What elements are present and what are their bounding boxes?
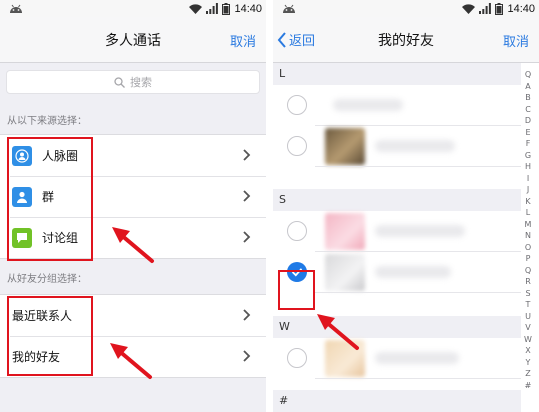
chevron-right-icon (243, 309, 251, 321)
index-letter[interactable]: Y (526, 357, 531, 369)
wifi-icon (462, 3, 476, 14)
search-icon (114, 76, 125, 88)
search-bar: 搜索 (0, 63, 266, 101)
red-arrow-icon (110, 343, 152, 379)
index-letter[interactable]: C (525, 104, 531, 116)
index-letter[interactable]: Q (525, 265, 531, 277)
index-letter[interactable]: I (527, 173, 529, 185)
index-letter[interactable]: A (525, 81, 530, 93)
blurred-name (375, 266, 451, 278)
chevron-right-icon (243, 149, 251, 161)
index-letter[interactable]: R (525, 276, 531, 288)
index-letter[interactable]: P (526, 253, 531, 265)
red-arrow-icon (317, 314, 359, 350)
blurred-name (375, 352, 459, 364)
source-section-label: 从以下来源选择： (7, 116, 87, 127)
friend-row[interactable] (273, 338, 521, 379)
alphabet-index[interactable]: Q A B C D E F G H I J K L M N O P Q R S T U V W X Y Z # (521, 69, 535, 391)
index-letter[interactable]: O (525, 242, 531, 254)
index-letter[interactable]: U (525, 311, 531, 323)
index-letter[interactable]: D (525, 115, 531, 127)
chevron-right-icon (243, 190, 251, 202)
status-bar: 14:40 (273, 0, 539, 17)
blurred-name (375, 225, 465, 237)
battery-icon (495, 2, 504, 15)
index-letter[interactable]: F (526, 138, 531, 150)
index-letter[interactable]: Z (525, 368, 530, 380)
friend-row[interactable] (273, 126, 521, 167)
index-letter[interactable]: W (524, 334, 532, 346)
select-radio[interactable] (287, 221, 307, 241)
right-screen: 14:40 返回 我的好友 取消 L S W # Q A B C D E F G… (273, 0, 539, 412)
signal-icon (206, 3, 219, 14)
section-header-l: L (273, 63, 521, 85)
android-icon (283, 4, 295, 13)
index-letter[interactable]: T (526, 299, 531, 311)
index-letter[interactable]: J (527, 184, 529, 196)
red-arrow-icon (112, 227, 154, 263)
nav-bar: 返回 我的好友 取消 (273, 17, 539, 63)
index-letter[interactable]: Q (525, 69, 531, 81)
select-radio[interactable] (287, 136, 307, 156)
blurred-name (333, 99, 403, 111)
section-header-w: W (273, 316, 521, 338)
status-time: 14:40 (507, 2, 535, 15)
avatar (325, 128, 365, 165)
wifi-icon (189, 3, 203, 14)
index-letter[interactable]: M (525, 219, 532, 231)
blurred-name (375, 140, 455, 152)
index-letter[interactable]: H (525, 161, 531, 173)
highlight-box-sources (7, 137, 93, 261)
friend-row[interactable] (273, 211, 521, 252)
friend-row[interactable] (273, 85, 521, 126)
divider (266, 0, 273, 412)
battery-icon (222, 2, 231, 15)
page-title: 多人通话 (105, 33, 161, 49)
search-input[interactable]: 搜索 (6, 70, 260, 94)
friend-section-label: 从好友分组选择： (7, 274, 87, 285)
search-placeholder: 搜索 (130, 76, 152, 89)
chevron-right-icon (243, 231, 251, 243)
index-letter[interactable]: X (525, 345, 530, 357)
index-letter[interactable]: N (525, 230, 531, 242)
page-title: 我的好友 (378, 33, 434, 49)
signal-icon (479, 3, 492, 14)
index-letter[interactable]: S (525, 288, 530, 300)
avatar (325, 254, 365, 291)
section-header-s: S (273, 189, 521, 211)
index-letter[interactable]: G (525, 150, 531, 162)
chevron-right-icon (243, 350, 251, 362)
android-icon (10, 4, 22, 13)
index-letter[interactable]: L (526, 207, 530, 219)
index-letter[interactable]: K (525, 196, 530, 208)
status-bar: 14:40 (0, 0, 266, 17)
highlight-box-friend-groups (7, 296, 93, 376)
cancel-button[interactable]: 取消 (230, 31, 256, 50)
index-letter[interactable]: B (525, 92, 531, 104)
cancel-button[interactable]: 取消 (503, 31, 529, 50)
status-time: 14:40 (234, 2, 262, 15)
index-letter[interactable]: V (525, 322, 530, 334)
nav-bar: 多人通话 取消 (0, 17, 266, 63)
section-header-hash: # (273, 390, 521, 412)
index-letter[interactable]: E (525, 127, 530, 139)
avatar (325, 213, 365, 250)
left-screen: 14:40 多人通话 取消 搜索 从以下来源选择： 人脉圈 群 讨论组 从好友分… (0, 0, 266, 412)
index-letter[interactable]: # (525, 380, 532, 392)
select-radio[interactable] (287, 348, 307, 368)
select-radio[interactable] (287, 95, 307, 115)
highlight-box-checkbox (278, 270, 315, 310)
